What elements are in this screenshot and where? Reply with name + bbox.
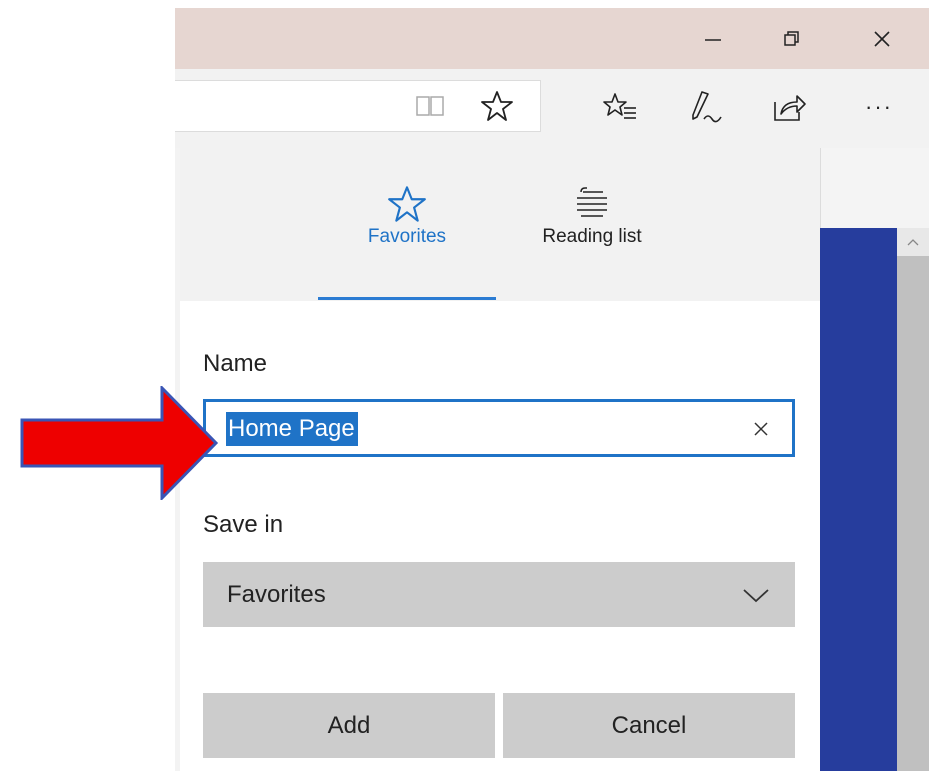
tab-reading-list[interactable]: Reading list (503, 148, 681, 301)
more-icon: ··· (865, 94, 893, 119)
favorite-star-icon (481, 91, 513, 121)
close-window-button[interactable] (852, 8, 912, 69)
star-outline-icon (388, 186, 426, 222)
reading-view-icon (416, 96, 444, 116)
save-in-dropdown[interactable]: Favorites (203, 562, 795, 627)
reading-view-button[interactable] (412, 91, 448, 121)
scroll-up-button[interactable] (897, 228, 929, 256)
title-bar (175, 8, 929, 69)
reading-list-icon (577, 187, 607, 217)
name-input-value: Home Page (226, 412, 358, 446)
annotation-arrow-icon (20, 386, 219, 500)
minimize-button[interactable] (683, 8, 743, 69)
clear-name-button[interactable] (744, 410, 778, 448)
page-content-area (820, 228, 897, 771)
name-input[interactable]: Home Page (203, 399, 795, 457)
hub-icon (603, 93, 636, 119)
minimize-icon (705, 38, 721, 41)
name-label: Name (203, 350, 268, 377)
chevron-down-icon (743, 589, 769, 603)
tab-reading-list-label: Reading list (542, 226, 642, 247)
clear-icon (754, 422, 768, 436)
tab-favorites[interactable]: Favorites (318, 148, 496, 301)
add-favorite-button[interactable] (477, 89, 517, 123)
close-icon (874, 30, 890, 47)
share-icon (774, 95, 806, 121)
restore-icon (784, 30, 799, 46)
cancel-button[interactable]: Cancel (503, 693, 795, 758)
add-button[interactable]: Add (203, 693, 495, 758)
browser-toolbar: ··· (175, 69, 929, 149)
page-scrollbar[interactable] (897, 228, 929, 771)
more-button[interactable]: ··· (857, 87, 901, 127)
hub-tabs: Favorites Reading list (180, 148, 820, 301)
page-content-header (820, 148, 929, 228)
web-note-icon (692, 91, 722, 123)
favorites-hub-panel: Favorites Reading list Name Home Page Sa… (180, 148, 820, 771)
active-tab-indicator (318, 297, 496, 300)
tab-favorites-label: Favorites (367, 226, 447, 247)
address-bar[interactable] (175, 80, 541, 132)
web-note-button[interactable] (685, 87, 729, 127)
hub-button[interactable] (600, 89, 640, 125)
save-in-label: Save in (203, 511, 284, 538)
save-in-value: Favorites (227, 581, 326, 608)
restore-button[interactable] (762, 8, 822, 69)
chevron-up-icon (907, 239, 919, 246)
share-button[interactable] (767, 87, 811, 127)
